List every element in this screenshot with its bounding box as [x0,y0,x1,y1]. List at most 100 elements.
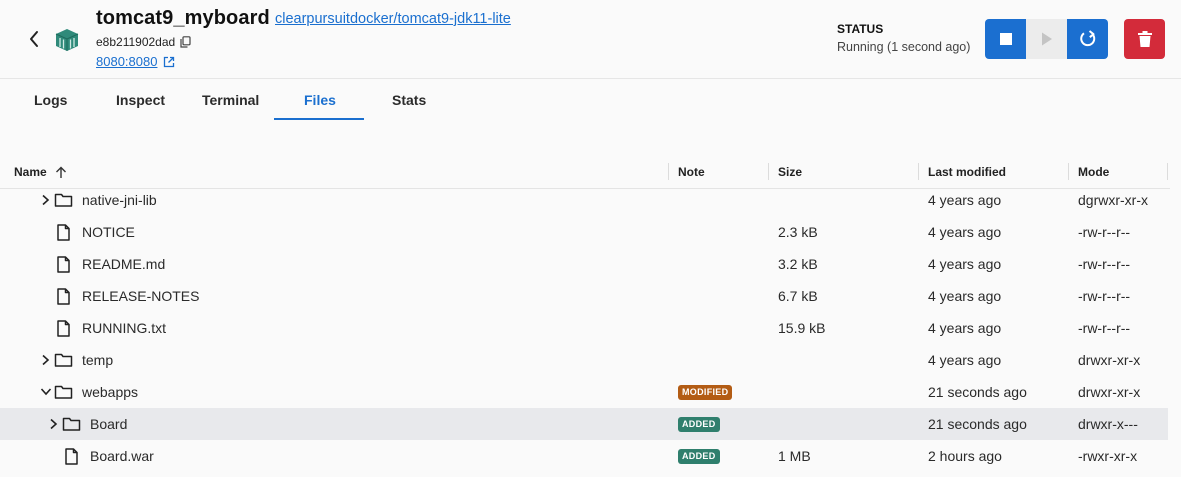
file-name: NOTICE [82,224,135,240]
table-row[interactable]: README.md 3.2 kB 4 years ago -rw-r--r-- [0,248,1168,280]
stop-button[interactable] [985,19,1026,59]
last-modified: 4 years ago [928,320,1002,336]
tab-terminal[interactable]: Terminal [202,92,259,108]
file-mode: -rw-r--r-- [1078,320,1131,336]
file-mode: -rwxr-xr-x [1078,448,1138,464]
container-icon [54,28,80,52]
column-size[interactable]: Size [778,165,802,179]
file-icon [56,216,71,248]
column-separator[interactable] [1167,163,1168,180]
note-cell: MODIFIED [678,376,733,408]
column-name[interactable]: Name [14,165,67,179]
table-row[interactable]: native-jni-lib 4 years ago dgrwxr-xr-x [0,190,1168,216]
file-name: native-jni-lib [82,192,157,208]
status-label: STATUS [837,22,884,36]
status-value: Running (1 second ago) [837,40,971,54]
tab-inspect[interactable]: Inspect [116,92,165,108]
start-button[interactable] [1026,19,1067,59]
file-mode: -rw-r--r-- [1078,224,1131,240]
note-cell: ADDED [678,408,720,440]
port-link[interactable]: 8080:8080 [96,54,175,69]
last-modified: 4 years ago [928,224,1002,240]
file-name: RELEASE-NOTES [82,288,200,304]
table-row[interactable]: RELEASE-NOTES 6.7 kB 4 years ago -rw-r--r-- [0,280,1168,312]
container-header: tomcat9_myboard clearpursuitdocker/tomca… [0,0,1181,79]
tab-files[interactable]: Files [304,92,336,108]
restart-icon [1079,30,1095,47]
image-link[interactable]: clearpursuitdocker/tomcat9-jdk11-lite [275,11,511,27]
file-mode: drwxr-xr-x [1078,384,1141,400]
table-row[interactable]: NOTICE 2.3 kB 4 years ago -rw-r--r-- [0,216,1168,248]
file-size: 6.7 kB [778,288,818,304]
file-name: temp [82,352,114,368]
folder-icon [62,408,81,440]
last-modified: 4 years ago [928,256,1002,272]
last-modified: 2 hours ago [928,448,1002,464]
file-mode: dgrwxr-xr-x [1078,192,1148,208]
note-cell: ADDED [678,440,720,472]
column-last-modified[interactable]: Last modified [928,165,1006,179]
status-badge: ADDED [678,448,720,464]
folder-icon [54,344,73,376]
column-separator[interactable] [768,163,769,180]
table-row[interactable]: RUNNING.txt 15.9 kB 4 years ago -rw-r--r-- [0,312,1168,344]
file-name: Board [90,416,128,432]
chevron-left-icon [30,31,38,47]
file-table-header: Name Note Size Last modified Mode [0,155,1170,189]
file-name: Board.war [90,448,154,464]
column-separator[interactable] [1068,163,1069,180]
delete-button[interactable] [1124,19,1165,59]
last-modified: 4 years ago [928,288,1002,304]
file-size: 1 MB [778,448,811,464]
column-note[interactable]: Note [678,165,705,179]
container-id: e8b211902dad [96,35,191,49]
file-size: 15.9 kB [778,320,826,336]
column-name-label[interactable]: Name [14,165,47,179]
file-icon [56,280,71,312]
column-separator[interactable] [918,163,919,180]
active-tab-indicator [274,118,364,120]
folder-icon [54,376,73,408]
table-row[interactable]: Board ADDED 21 seconds ago drwxr-x--- [0,408,1168,440]
file-size: 2.3 kB [778,224,818,240]
file-name: RUNNING.txt [82,320,166,336]
column-mode[interactable]: Mode [1078,165,1109,179]
column-separator[interactable] [668,163,669,180]
file-size: 3.2 kB [778,256,818,272]
file-name: README.md [82,256,166,272]
file-icon [56,312,71,344]
file-table-body: native-jni-lib 4 years ago dgrwxr-xr-x NOTI… [0,190,1170,477]
file-icon [56,248,71,280]
table-row[interactable]: temp 4 years ago drwxr-xr-x [0,344,1168,376]
arrow-up-icon[interactable] [55,166,67,179]
file-mode: drwxr-xr-x [1078,352,1141,368]
table-row[interactable]: webapps MODIFIED 21 seconds ago drwxr-xr-x [0,376,1168,408]
external-link-icon [164,56,175,67]
status-badge: MODIFIED [678,384,733,400]
table-row[interactable]: Board.war ADDED 1 MB 2 hours ago -rwxr-xr-x [0,440,1168,472]
back-button[interactable] [24,26,44,52]
chevron-right-icon[interactable] [40,190,52,216]
port-text[interactable]: 8080:8080 [96,54,157,69]
copy-icon[interactable] [180,36,191,48]
chevron-right-icon[interactable] [48,408,60,440]
stop-icon [999,33,1012,45]
last-modified: 4 years ago [928,192,1002,208]
last-modified: 4 years ago [928,352,1002,368]
tab-stats[interactable]: Stats [392,92,426,108]
status-badge: ADDED [678,416,720,432]
trash-icon [1137,31,1152,47]
restart-button[interactable] [1067,19,1108,59]
file-mode: -rw-r--r-- [1078,256,1131,272]
chevron-right-icon[interactable] [40,344,52,376]
last-modified: 21 seconds ago [928,384,1027,400]
tab-bar: Logs Inspect Terminal Files Stats [0,80,1181,122]
tab-logs[interactable]: Logs [34,92,67,108]
play-icon [1041,32,1052,46]
file-icon [64,440,79,472]
container-name: tomcat9_myboard [96,7,270,29]
container-id-text: e8b211902dad [96,35,176,49]
chevron-down-icon[interactable] [40,376,52,408]
file-name: webapps [82,384,139,400]
file-mode: drwxr-x--- [1078,416,1138,432]
